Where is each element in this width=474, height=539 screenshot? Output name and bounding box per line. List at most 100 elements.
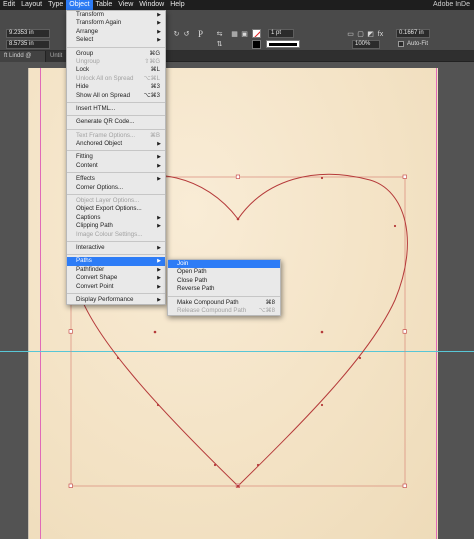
anchor-point[interactable] <box>358 356 362 360</box>
menu-separator <box>67 150 165 152</box>
menu-item-label: Effects <box>76 175 95 183</box>
menu-item-object-export-options[interactable]: Object Export Options... <box>67 205 165 213</box>
menu-item-label: Captions <box>76 213 101 221</box>
object-menu: Transform ▶ Transform Again ▶ Arrange ▶ Select… <box>66 10 166 306</box>
menu-item-group[interactable]: Group ⌘G <box>67 50 165 58</box>
handle-top-right[interactable] <box>402 174 407 179</box>
submenu-arrow-icon: ▶ <box>157 154 161 161</box>
menu-item-arrange[interactable]: Arrange ▶ <box>67 28 165 36</box>
menu-item-label: Object Layer Options... <box>76 197 140 205</box>
menu-separator <box>67 240 165 242</box>
menu-item-label: Fitting <box>76 153 93 161</box>
handle-bottom-right[interactable] <box>402 483 407 488</box>
menu-item-label: Pathfinder <box>76 265 105 273</box>
menu-item-select[interactable]: Select ▶ <box>67 36 165 44</box>
menu-item-image-colour-settings: Image Colour Settings... <box>67 231 165 239</box>
menu-item-shortcut: ⌥⌘3 <box>143 92 160 99</box>
menu-item-label: Text Frame Options... <box>76 131 136 139</box>
submenu-arrow-icon: ▶ <box>157 296 161 303</box>
menu-item-label: Content <box>76 161 98 169</box>
handle-middle-left[interactable] <box>68 329 73 334</box>
anchor-point[interactable] <box>236 217 240 221</box>
menu-item-label: Object Export Options... <box>76 205 142 213</box>
menu-item-label: Anchored Object <box>76 140 123 148</box>
menu-item-shortcut: ⌥⌘8 <box>258 307 275 314</box>
menu-item-label: Group <box>76 49 94 57</box>
menu-item-insert-html[interactable]: Insert HTML... <box>67 105 165 113</box>
submenu-arrow-icon: ▶ <box>157 12 161 18</box>
menu-item-label: Convert Point <box>76 282 114 290</box>
anchor-point[interactable] <box>236 484 240 488</box>
anchor-point[interactable] <box>393 224 397 228</box>
menu-item-transform-again[interactable]: Transform Again ▶ <box>67 19 165 27</box>
menu-item-captions[interactable]: Captions ▶ <box>67 214 165 222</box>
menu-item-shortcut: ⌘3 <box>150 84 160 91</box>
menu-item-label: Release Compound Path <box>177 306 247 314</box>
anchor-point[interactable] <box>256 463 260 467</box>
menu-item-shortcut: ⌘G <box>149 50 160 57</box>
menu-separator <box>67 254 165 256</box>
menu-item-label: Insert HTML... <box>76 104 116 112</box>
menu-item-transform[interactable]: Transform ▶ <box>67 11 165 19</box>
anchor-point[interactable] <box>320 176 324 180</box>
submenu-arrow-icon: ▶ <box>157 214 161 221</box>
menu-item-shortcut: ⌥⌘L <box>143 75 160 82</box>
menu-item-content[interactable]: Content ▶ <box>67 162 165 170</box>
anchor-point[interactable] <box>156 403 160 407</box>
menu-item-release-compound-path: Release Compound Path ⌥⌘8 <box>168 307 280 315</box>
menu-item-make-compound-path[interactable]: Make Compound Path ⌘8 <box>168 299 280 307</box>
menu-item-reverse-path[interactable]: Reverse Path <box>168 285 280 293</box>
menu-item-label: Join <box>177 260 189 267</box>
submenu-arrow-icon: ▶ <box>157 223 161 230</box>
menu-item-generate-qr-code[interactable]: Generate QR Code... <box>67 118 165 126</box>
submenu-arrow-icon: ▶ <box>157 258 161 265</box>
anchor-point[interactable] <box>153 330 157 334</box>
menu-item-anchored-object[interactable]: Anchored Object ▶ <box>67 140 165 148</box>
menu-item-label: Interactive <box>76 243 105 251</box>
menu-separator <box>67 101 165 103</box>
menu-item-label: Reverse Path <box>177 285 215 293</box>
menu-item-fitting[interactable]: Fitting ▶ <box>67 153 165 161</box>
menu-item-join[interactable]: Join <box>168 260 280 269</box>
menu-item-paths[interactable]: Paths ▶ <box>67 257 165 266</box>
handle-middle-right[interactable] <box>402 329 407 334</box>
menu-item-convert-shape[interactable]: Convert Shape ▶ <box>67 274 165 282</box>
menu-separator <box>67 46 165 48</box>
menu-item-label: Generate QR Code... <box>76 118 135 126</box>
menu-item-open-path[interactable]: Open Path <box>168 268 280 276</box>
menu-item-hide[interactable]: Hide ⌘3 <box>67 83 165 91</box>
menu-item-pathfinder[interactable]: Pathfinder ▶ <box>67 266 165 274</box>
submenu-arrow-icon: ▶ <box>157 20 161 27</box>
anchor-point[interactable] <box>320 330 324 334</box>
menu-item-lock[interactable]: Lock ⌘L <box>67 66 165 74</box>
menu-separator <box>67 292 165 294</box>
menu-item-clipping-path[interactable]: Clipping Path ▶ <box>67 222 165 230</box>
anchor-point[interactable] <box>213 463 217 467</box>
paths-submenu: Join Open Path Close Path Reverse Path Make … <box>167 259 281 317</box>
menu-item-effects[interactable]: Effects ▶ <box>67 175 165 183</box>
menu-item-ungroup: Ungroup ⇧⌘G <box>67 58 165 66</box>
menu-item-convert-point[interactable]: Convert Point ▶ <box>67 283 165 291</box>
menu-item-label: Convert Shape <box>76 274 118 282</box>
menu-item-interactive[interactable]: Interactive ▶ <box>67 244 165 252</box>
menu-item-label: Unlock All on Spread <box>76 74 134 82</box>
menu-item-label: Clipping Path <box>76 222 113 230</box>
menu-item-corner-options[interactable]: Corner Options... <box>67 184 165 192</box>
menu-item-label: Display Performance <box>76 295 134 303</box>
submenu-arrow-icon: ▶ <box>157 244 161 251</box>
handle-bottom-left[interactable] <box>68 483 73 488</box>
menu-item-shortcut: ⌘L <box>150 67 160 74</box>
submenu-arrow-icon: ▶ <box>157 176 161 183</box>
menu-item-label: Corner Options... <box>76 183 124 191</box>
anchor-point[interactable] <box>320 403 324 407</box>
menu-item-display-performance[interactable]: Display Performance ▶ <box>67 296 165 304</box>
menu-item-close-path[interactable]: Close Path <box>168 277 280 285</box>
menu-item-label: Transform <box>76 11 104 18</box>
menu-item-show-all-on-spread[interactable]: Show All on Spread ⌥⌘3 <box>67 92 165 100</box>
menu-item-label: Lock <box>76 66 90 74</box>
anchor-point[interactable] <box>116 356 120 360</box>
handle-top-center[interactable] <box>235 174 240 179</box>
menu-item-unlock-all-on-spread: Unlock All on Spread ⌥⌘L <box>67 75 165 83</box>
menu-item-shortcut: ⇧⌘G <box>144 58 160 65</box>
submenu-arrow-icon: ▶ <box>157 37 161 44</box>
